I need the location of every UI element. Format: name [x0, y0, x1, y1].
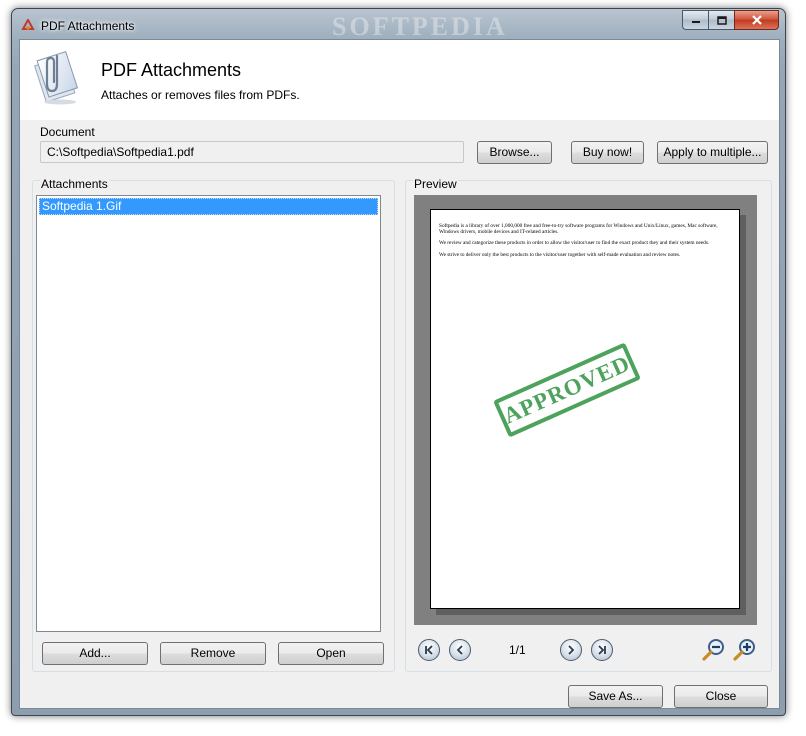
first-page-icon [425, 645, 433, 655]
document-path-field[interactable]: C:\Softpedia\Softpedia1.pdf [40, 141, 464, 163]
chevron-left-icon [456, 645, 463, 655]
open-attachment-button[interactable]: Open [278, 642, 384, 665]
first-page-button[interactable] [418, 639, 440, 661]
paperclip-document-icon [33, 50, 79, 105]
buy-now-button[interactable]: Buy now! [571, 141, 644, 164]
title-bar[interactable]: PDF Attachments SOFTPEDIA [12, 9, 785, 41]
softpedia-watermark: SOFTPEDIA [332, 12, 508, 41]
chevron-right-icon [568, 645, 575, 655]
close-button[interactable]: Close [674, 685, 768, 708]
page-paragraph: We strive to deliver only the best produ… [439, 251, 681, 258]
minimize-icon [691, 21, 700, 23]
maximize-button[interactable] [708, 10, 734, 30]
app-icon [21, 19, 35, 30]
zoom-in-icon[interactable] [732, 637, 758, 663]
list-item[interactable]: Softpedia 1.Gif [39, 198, 378, 215]
previous-page-button[interactable] [449, 639, 471, 661]
last-page-button[interactable] [591, 639, 613, 661]
client-area: PDF Attachments Attaches or removes file… [19, 39, 780, 709]
window-title: PDF Attachments [41, 19, 135, 33]
app-window: PDF Attachments SOFTPEDIA PDF Attachment… [11, 8, 786, 716]
preview-label: Preview [413, 177, 458, 191]
save-as-button[interactable]: Save As... [568, 685, 663, 708]
header-panel: PDF Attachments Attaches or removes file… [20, 40, 779, 120]
zoom-out-icon[interactable] [701, 637, 727, 663]
pdf-page: Softpedia is a library of over 1,000,000… [430, 209, 740, 609]
header-subtitle: Attaches or removes files from PDFs. [101, 88, 300, 102]
browse-button[interactable]: Browse... [477, 141, 552, 164]
next-page-button[interactable] [560, 639, 582, 661]
header-title: PDF Attachments [101, 60, 242, 80]
close-window-button[interactable] [734, 10, 779, 30]
document-label: Document [40, 125, 95, 139]
add-attachment-button[interactable]: Add... [42, 642, 148, 665]
remove-attachment-button[interactable]: Remove [160, 642, 266, 665]
page-paragraph: Softpedia is a library of over 1,000,000… [439, 223, 718, 236]
caption-buttons [682, 10, 779, 30]
preview-canvas[interactable]: Softpedia is a library of over 1,000,000… [414, 195, 757, 625]
minimize-button[interactable] [682, 10, 708, 30]
close-icon [751, 15, 762, 25]
attachments-label: Attachments [40, 177, 109, 191]
last-page-icon [598, 645, 606, 655]
attachments-list[interactable]: Softpedia 1.Gif [36, 195, 381, 632]
apply-to-multiple-button[interactable]: Apply to multiple... [657, 141, 768, 164]
page-text: Softpedia is a library of over 1,000,000… [439, 223, 731, 263]
page-indicator: 1/1 [509, 643, 526, 657]
maximize-icon [716, 15, 727, 25]
page-paragraph: We review and categorize these products … [439, 240, 710, 247]
approved-stamp: APPROVED [493, 342, 641, 438]
